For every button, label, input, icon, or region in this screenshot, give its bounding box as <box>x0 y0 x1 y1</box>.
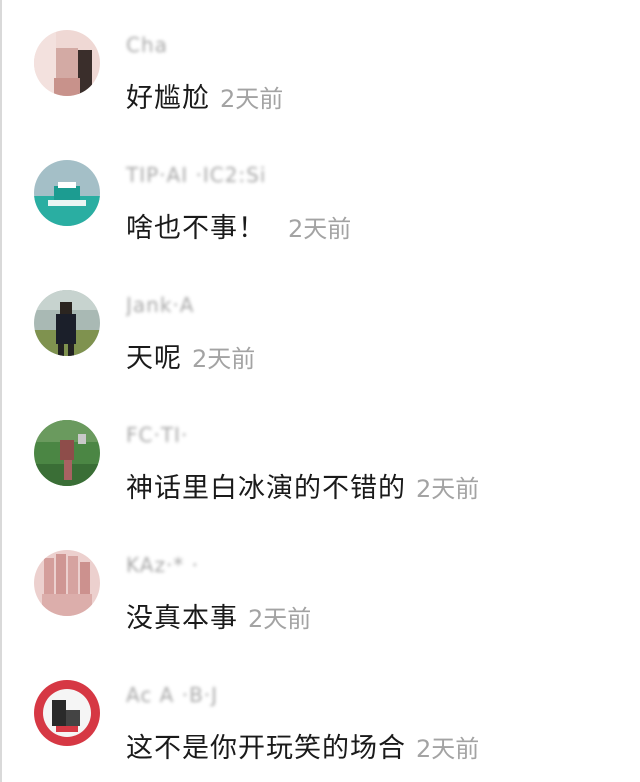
comment-time: 2天前 <box>288 215 352 243</box>
comment-time: 2天前 <box>416 735 480 763</box>
avatar[interactable] <box>34 420 100 486</box>
username-blurred[interactable]: TIP·AI ·IC2:Si <box>126 164 266 186</box>
username-blurred[interactable]: Cha <box>126 34 168 56</box>
comment-item: Jank·A 天呢 2天前 <box>0 260 640 390</box>
avatar-person-outdoor-icon <box>34 290 100 356</box>
avatar-green-field-icon <box>34 420 100 486</box>
comment-text: 神话里白冰演的不错的 <box>126 473 406 504</box>
comment-text: 天呢 <box>126 343 182 374</box>
comment-time: 2天前 <box>220 85 284 113</box>
username-blurred[interactable]: Ac A ·B·J <box>126 684 218 706</box>
comment-time: 2天前 <box>416 475 480 503</box>
avatar[interactable] <box>34 160 100 226</box>
comment-item: TIP·AI ·IC2:Si 啥也不事！ 2天前 <box>0 130 640 260</box>
avatar[interactable] <box>34 30 100 96</box>
avatar[interactable] <box>34 550 100 616</box>
comment-time: 2天前 <box>248 605 312 633</box>
comment-text: 这不是你开玩笑的场合 <box>126 733 406 764</box>
username-blurred[interactable]: FC·TI· <box>126 424 188 446</box>
username-blurred[interactable]: Jank·A <box>126 294 194 316</box>
comment-item: Cha 好尴尬 2天前 <box>0 0 640 130</box>
avatar-hand-pink-icon <box>34 550 100 616</box>
avatar-person-pink-icon <box>34 30 100 96</box>
avatar-teal-bag-icon <box>34 160 100 226</box>
avatar[interactable] <box>34 290 100 356</box>
comment-text: 好尴尬 <box>126 83 210 114</box>
comment-text: 啥也不事！ <box>126 213 266 244</box>
comment-item: Ac A ·B·J 这不是你开玩笑的场合 2天前 <box>0 650 640 780</box>
avatar[interactable] <box>34 680 100 746</box>
comment-item: KAz·* · 没真本事 2天前 <box>0 520 640 650</box>
username-blurred[interactable]: KAz·* · <box>126 554 199 576</box>
comment-text: 没真本事 <box>126 603 238 634</box>
comment-time: 2天前 <box>192 345 256 373</box>
avatar-red-white-badge-icon <box>34 680 100 746</box>
comment-item: FC·TI· 神话里白冰演的不错的 2天前 <box>0 390 640 520</box>
